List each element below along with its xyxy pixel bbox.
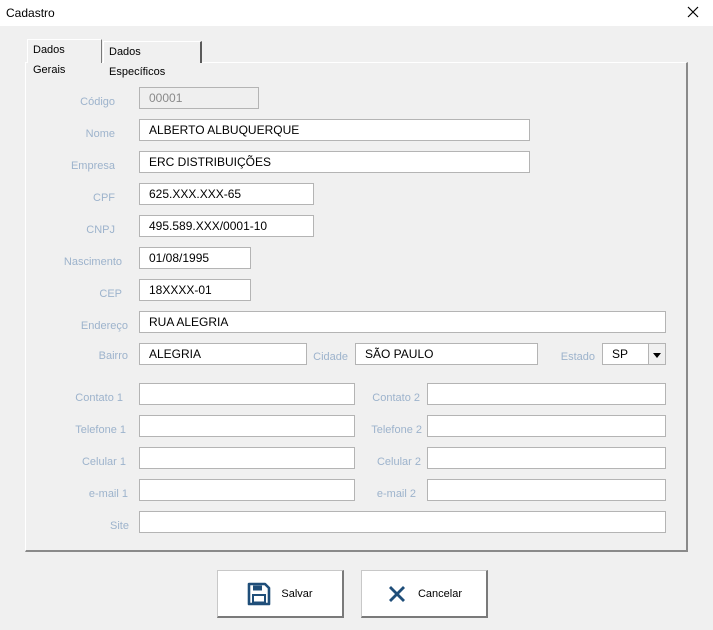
window-title: Cadastro (6, 6, 55, 20)
cancel-label: Cancelar (417, 587, 463, 600)
contato1-label: Contato 1 (75, 392, 123, 404)
nascimento-label: Nascimento (63, 256, 122, 268)
endereco-label: Endereço (80, 320, 128, 332)
contato2-label: Contato 2 (372, 392, 420, 404)
tab-label: Dados Específicos (109, 46, 166, 78)
contato1-field[interactable] (139, 383, 355, 405)
email1-field[interactable] (139, 479, 355, 501)
nome-field[interactable]: ALBERTO ALBUQUERQUE (139, 119, 530, 141)
telefone1-field[interactable] (139, 415, 355, 437)
celular1-field[interactable] (139, 447, 355, 469)
email2-label: e-mail 2 (376, 488, 416, 500)
email1-label: e-mail 1 (88, 488, 128, 500)
cep-field[interactable]: 18XXXX-01 (139, 279, 251, 301)
save-icon (247, 582, 271, 606)
tab-label: Dados Gerais (33, 44, 66, 76)
chevron-down-icon (653, 344, 661, 364)
telefone2-field[interactable] (427, 415, 666, 437)
estado-value: SP (612, 347, 629, 361)
nome-label: Nome (85, 128, 115, 140)
telefone1-label: Telefone 1 (75, 424, 126, 436)
celular2-label: Celular 2 (376, 456, 421, 468)
cidade-field[interactable]: SÃO PAULO (355, 343, 538, 365)
cancel-icon (386, 583, 408, 605)
tab-dados-gerais[interactable]: Dados Gerais (27, 39, 102, 76)
dropdown-button[interactable] (648, 344, 665, 364)
empresa-field[interactable]: ERC DISTRIBUIÇÕES (139, 151, 530, 173)
endereco-field[interactable]: RUA ALEGRIA (139, 311, 666, 333)
nascimento-field[interactable]: 01/08/1995 (139, 247, 251, 269)
estado-label: Estado (560, 351, 595, 363)
cpf-field[interactable]: 625.XXX.XXX-65 (139, 183, 314, 205)
close-icon (687, 6, 699, 21)
save-label: Salvar (281, 587, 313, 600)
title-bar: Cadastro (0, 0, 713, 26)
email2-field[interactable] (427, 479, 666, 501)
cpf-label: CPF (93, 192, 115, 204)
bairro-field[interactable]: ALEGRIA (139, 343, 307, 365)
celular1-label: Celular 1 (81, 456, 126, 468)
save-button[interactable]: Salvar (217, 570, 344, 618)
site-label: Site (110, 520, 129, 532)
tab-dados-especificos[interactable]: Dados Específicos (103, 41, 202, 78)
close-button[interactable] (673, 0, 713, 26)
cep-label: CEP (99, 288, 122, 300)
cancel-button[interactable]: Cancelar (361, 570, 488, 618)
estado-select[interactable]: SP (602, 343, 666, 365)
celular2-field[interactable] (427, 447, 666, 469)
cnpj-field[interactable]: 495.589.XXX/0001-10 (139, 215, 314, 237)
codigo-field[interactable]: 00001 (139, 87, 259, 109)
contato2-field[interactable] (427, 383, 666, 405)
cidade-label: Cidade (313, 351, 348, 363)
site-field[interactable] (139, 511, 666, 533)
bairro-label: Bairro (98, 350, 128, 362)
codigo-label: Código (80, 96, 115, 108)
empresa-label: Empresa (70, 160, 115, 172)
cnpj-label: CNPJ (86, 224, 115, 236)
telefone2-label: Telefone 2 (371, 424, 422, 436)
